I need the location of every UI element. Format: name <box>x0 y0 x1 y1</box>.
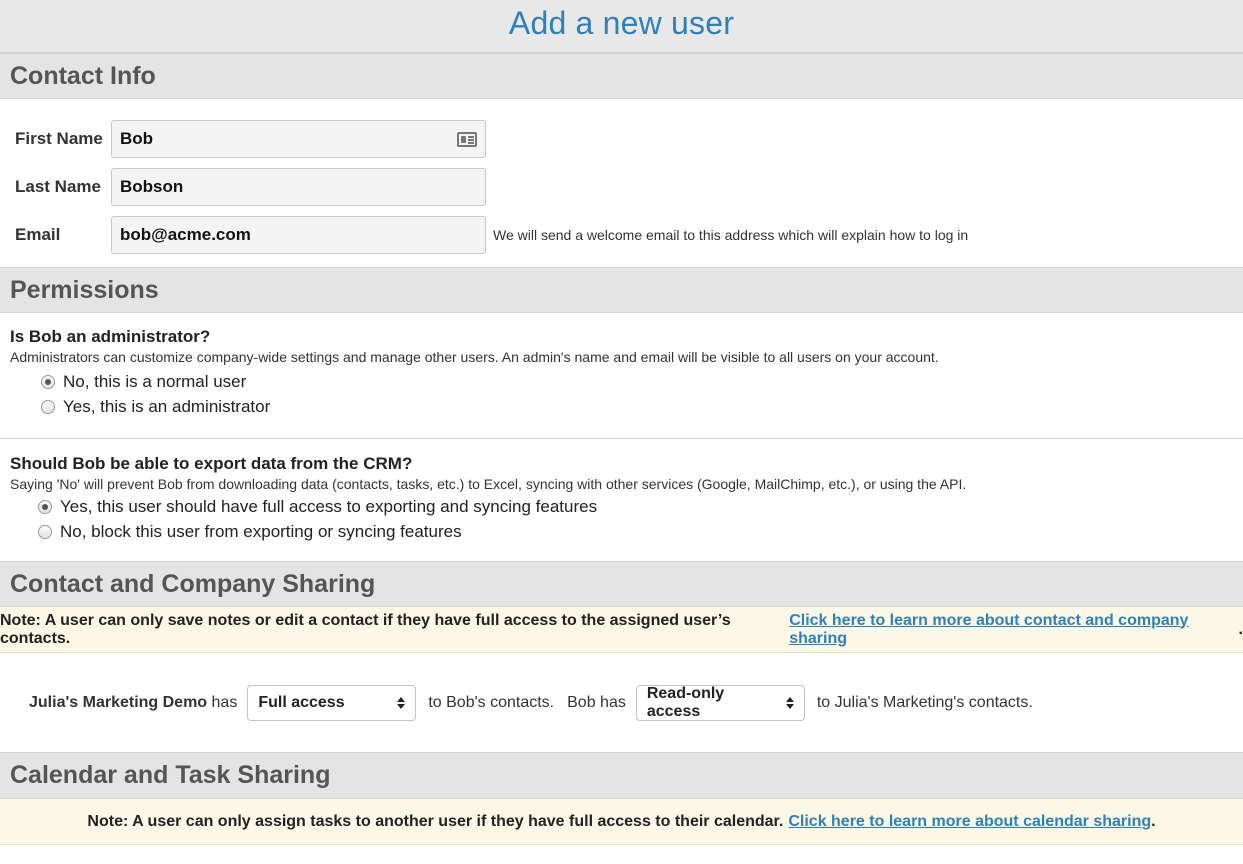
select-arrows-icon <box>785 696 794 709</box>
first-name-row: First Name Bob <box>0 115 1243 163</box>
export-option-label: No, block this user from exporting or sy… <box>60 521 462 541</box>
owner-access-value: Full access <box>258 693 345 711</box>
bob-access-value: Read-only access <box>646 684 725 720</box>
contact-sharing-section-header: Contact and Company Sharing <box>0 561 1243 607</box>
last-name-field[interactable]: Bobson <box>111 168 486 206</box>
email-hint: We will send a welcome email to this add… <box>493 227 969 243</box>
contact-sharing-row: Julia's Marketing Demo has Full access t… <box>0 653 1243 753</box>
to-bob-contacts-text: to Bob's contacts. <box>428 693 555 711</box>
owner-name: Julia's Marketing Demo <box>29 693 208 711</box>
admin-radio-group: No, this is a normal user Yes, this is a… <box>10 369 1233 419</box>
radio-unchecked-icon[interactable] <box>38 524 52 539</box>
first-name-field[interactable]: Bob <box>111 120 486 158</box>
admin-option-label: Yes, this is an administrator <box>63 396 271 416</box>
export-option-full-access[interactable]: Yes, this user should have full access t… <box>10 494 1233 519</box>
admin-permission-block: Is Bob an administrator? Administrators … <box>0 313 1243 439</box>
admin-question: Is Bob an administrator? <box>10 327 211 346</box>
admin-option-administrator[interactable]: Yes, this is an administrator <box>10 394 1233 419</box>
to-julia-contacts-text: to Julia's Marketing's contacts. <box>816 693 1033 711</box>
export-question: Should Bob be able to export data from t… <box>10 454 413 473</box>
calendar-sharing-note-period: . <box>1151 812 1156 830</box>
calendar-sharing-note-text: Note: A user can only assign tasks to an… <box>87 812 784 830</box>
first-name-value: Bob <box>120 129 154 148</box>
email-value: bob@acme.com <box>120 225 251 244</box>
email-field[interactable]: bob@acme.com <box>111 216 486 254</box>
contact-sharing-heading: Contact and Company Sharing <box>10 569 376 598</box>
contact-sharing-note-period: . <box>1238 620 1243 638</box>
export-option-block[interactable]: No, block this user from exporting or sy… <box>10 519 1233 544</box>
last-name-label: Last Name <box>15 177 101 196</box>
export-option-label: Yes, this user should have full access t… <box>60 496 598 516</box>
permissions-section-header: Permissions <box>0 267 1243 313</box>
contact-info-form: First Name Bob Last Name Bobson Email bo… <box>0 99 1243 267</box>
radio-unchecked-icon[interactable] <box>41 399 55 414</box>
radio-checked-icon[interactable] <box>38 499 52 514</box>
bob-access-select[interactable]: Read-only access <box>635 684 805 721</box>
contact-sharing-learn-more-link[interactable]: Click here to learn more about contact a… <box>789 612 1238 648</box>
admin-option-normal-user[interactable]: No, this is a normal user <box>10 369 1233 394</box>
calendar-sharing-learn-more-link[interactable]: Click here to learn more about calendar … <box>788 813 1151 831</box>
select-arrows-icon <box>397 696 406 709</box>
export-description: Saying 'No' will prevent Bob from downlo… <box>10 476 967 492</box>
contact-info-heading: Contact Info <box>10 61 156 90</box>
calendar-sharing-note: Note: A user can only assign tasks to an… <box>0 799 1243 845</box>
contact-card-icon[interactable] <box>457 131 477 147</box>
contact-sharing-note-text: Note: A user can only save notes or edit… <box>0 611 731 647</box>
email-row: Email bob@acme.com We will send a welcom… <box>0 211 1243 259</box>
permissions-heading: Permissions <box>10 275 159 304</box>
calendar-sharing-heading: Calendar and Task Sharing <box>10 761 331 789</box>
export-permission-block: Should Bob be able to export data from t… <box>0 439 1243 561</box>
calendar-sharing-section-header: Calendar and Task Sharing <box>0 753 1243 799</box>
last-name-row: Last Name Bobson <box>0 163 1243 211</box>
first-name-label: First Name <box>15 129 103 148</box>
contact-info-section-header: Contact Info <box>0 53 1243 99</box>
email-label: Email <box>15 225 61 244</box>
last-name-value: Bobson <box>120 177 184 196</box>
bob-has-text: Bob has <box>567 693 626 711</box>
contact-sharing-note: Note: A user can only save notes or edit… <box>0 607 1243 653</box>
export-radio-group: Yes, this user should have full access t… <box>10 494 1233 544</box>
admin-option-label: No, this is a normal user <box>63 371 247 391</box>
admin-description: Administrators can customize company-wid… <box>10 349 939 365</box>
page-header: Add a new user <box>0 0 1243 53</box>
page-title: Add a new user <box>508 4 735 41</box>
owner-access-select[interactable]: Full access <box>247 684 417 721</box>
owner-has-text: has <box>211 693 238 711</box>
radio-checked-icon[interactable] <box>41 374 55 389</box>
